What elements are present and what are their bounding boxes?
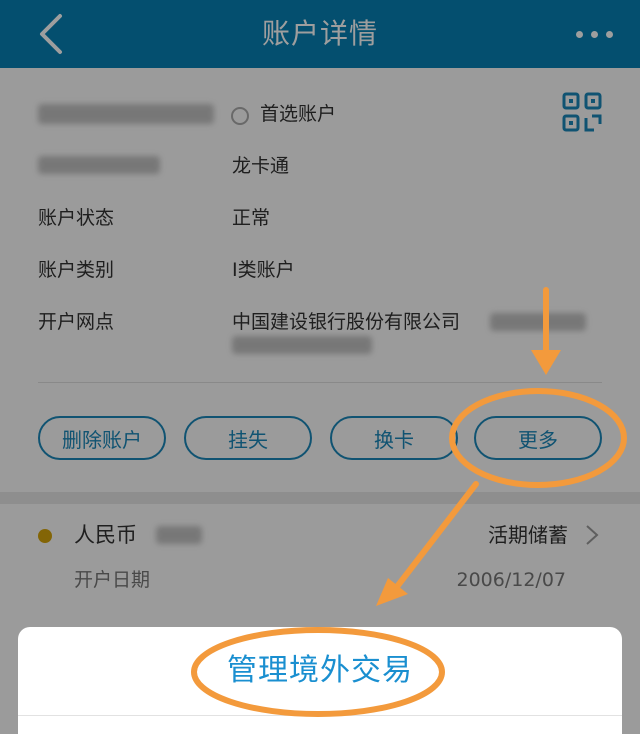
chevron-right-icon[interactable] xyxy=(584,524,600,546)
currency-dot xyxy=(38,529,52,543)
account-info-panel: 首选账户 龙卡通 账户状态 正常 账户类别 I类账户 开户网点 中国建设银行股份… xyxy=(0,68,640,386)
branch-label: 开户网点 xyxy=(38,311,115,333)
page-title: 账户详情 xyxy=(261,17,378,50)
status-label: 账户状态 xyxy=(38,207,115,229)
more-options-icon[interactable] xyxy=(572,19,618,47)
manage-overseas-transactions-item[interactable]: 管理境外交易 xyxy=(18,641,622,701)
replace-card-button[interactable]: 换卡 xyxy=(330,416,458,460)
currency-label: 人民币 xyxy=(74,523,137,547)
masked-balance xyxy=(156,526,202,544)
branch-value: 中国建设银行股份有限公司 xyxy=(232,311,461,333)
masked-branch-name xyxy=(490,313,586,331)
status-value: 正常 xyxy=(232,207,271,229)
account-type: 活期储蓄 xyxy=(488,523,568,547)
app-header: 账户详情 xyxy=(0,0,640,68)
preferred-account-label[interactable]: 首选账户 xyxy=(260,100,336,128)
masked-branch-name-line2 xyxy=(232,336,372,354)
delete-account-button[interactable]: 删除账户 xyxy=(38,416,166,460)
section-separator xyxy=(0,492,640,504)
category-value: I类账户 xyxy=(232,259,295,281)
action-sheet: 管理境外交易 xyxy=(18,627,622,734)
open-date-value: 2006/12/07 xyxy=(456,569,566,591)
card-name: 龙卡通 xyxy=(232,155,290,177)
masked-account-number xyxy=(38,104,214,124)
more-button[interactable]: 更多 xyxy=(474,416,602,460)
report-loss-button[interactable]: 挂失 xyxy=(184,416,312,460)
open-date-label: 开户日期 xyxy=(74,569,151,591)
qr-code-icon[interactable] xyxy=(562,92,602,132)
preferred-account-radio[interactable] xyxy=(231,107,249,125)
divider xyxy=(38,382,602,383)
sheet-divider xyxy=(18,715,622,716)
category-label: 账户类别 xyxy=(38,259,115,281)
masked-account-holder xyxy=(38,156,160,174)
